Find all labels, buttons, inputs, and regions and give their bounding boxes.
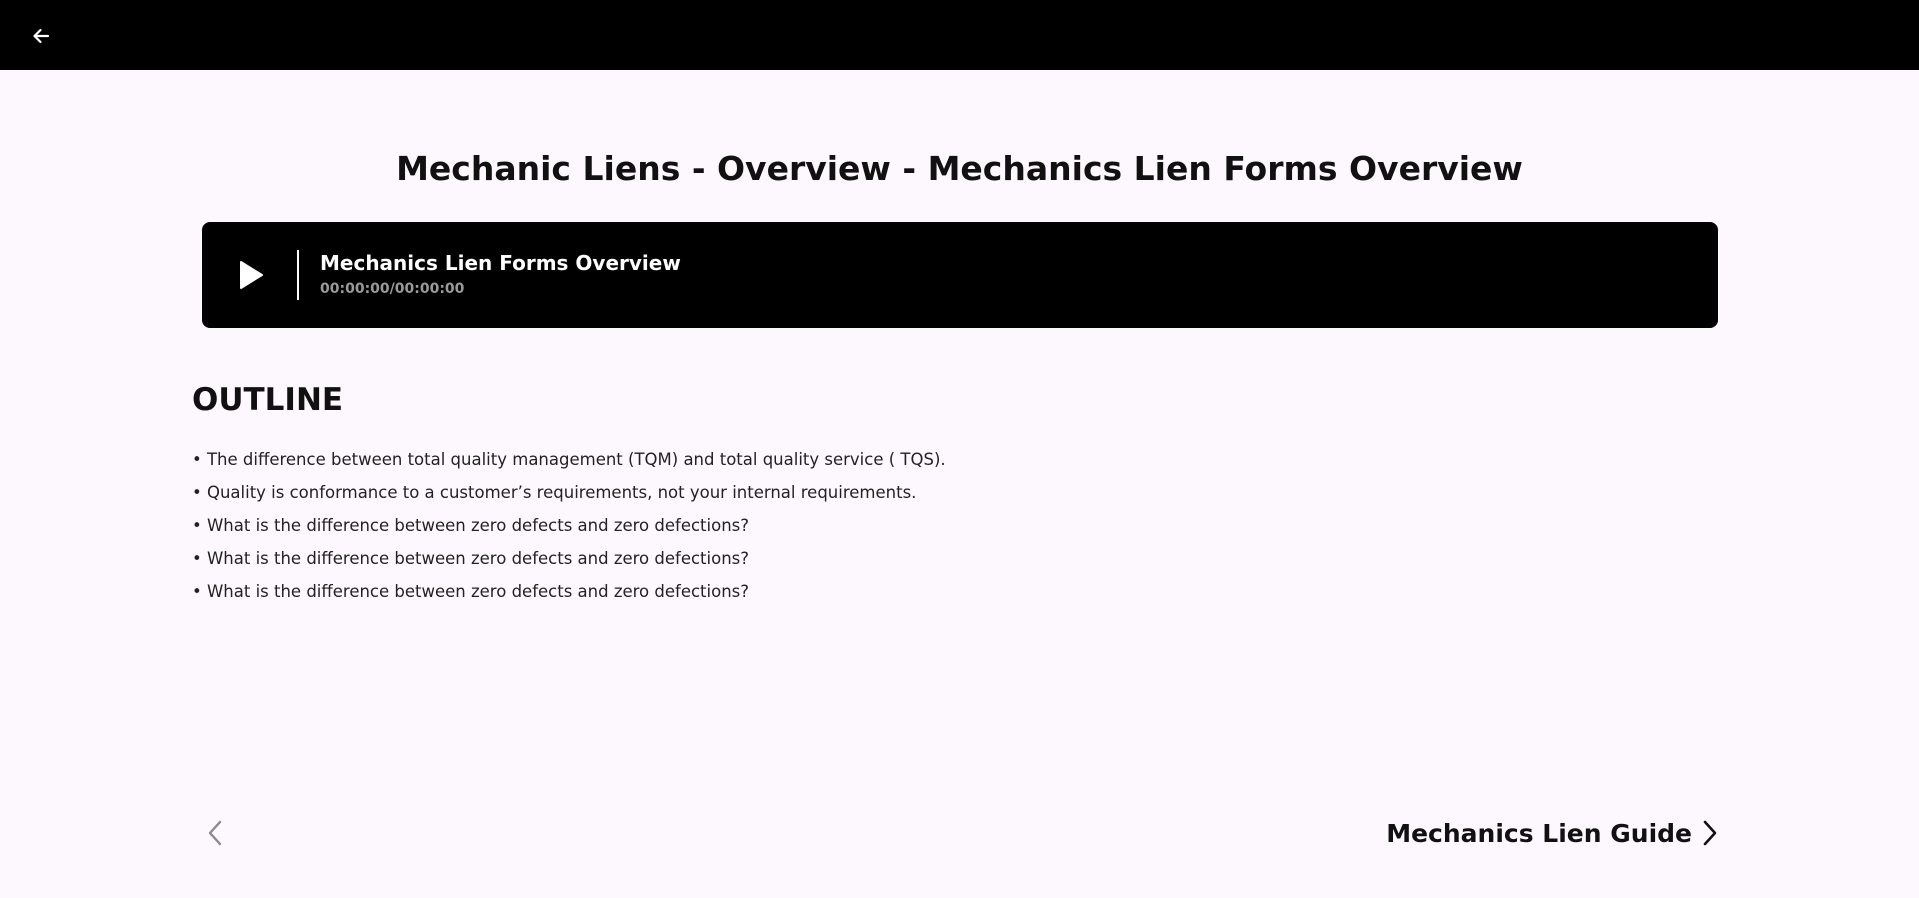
outline-item: • What is the difference between zero de… (192, 549, 750, 568)
outline-item: • The difference between total quality m… (192, 450, 946, 469)
track-time: 00:00:00/00:00:00 (320, 281, 465, 297)
outline-item: • Quality is conformance to a customer’s… (192, 483, 917, 502)
audio-player: Mechanics Lien Forms Overview 00:00:00/0… (202, 222, 1718, 328)
play-icon (240, 261, 263, 289)
next-lesson-link[interactable]: Mechanics Lien Guide (1386, 815, 1718, 851)
track-title: Mechanics Lien Forms Overview (320, 251, 681, 275)
previous-button[interactable] (200, 818, 230, 848)
outline-list: • The difference between total quality m… (192, 443, 946, 608)
outline-heading: OUTLINE (192, 382, 344, 418)
next-lesson-label: Mechanics Lien Guide (1386, 818, 1692, 848)
player-divider (297, 250, 299, 300)
chevron-right-icon (1703, 820, 1717, 846)
arrow-left-icon (33, 28, 50, 44)
page-title: Mechanic Liens - Overview - Mechanics Li… (396, 149, 1523, 188)
outline-item: • What is the difference between zero de… (192, 582, 750, 601)
chevron-left-icon (208, 820, 222, 846)
outline-item: • What is the difference between zero de… (192, 516, 750, 535)
back-button[interactable] (26, 21, 56, 51)
play-button[interactable] (230, 254, 272, 296)
top-bar (0, 0, 1919, 70)
